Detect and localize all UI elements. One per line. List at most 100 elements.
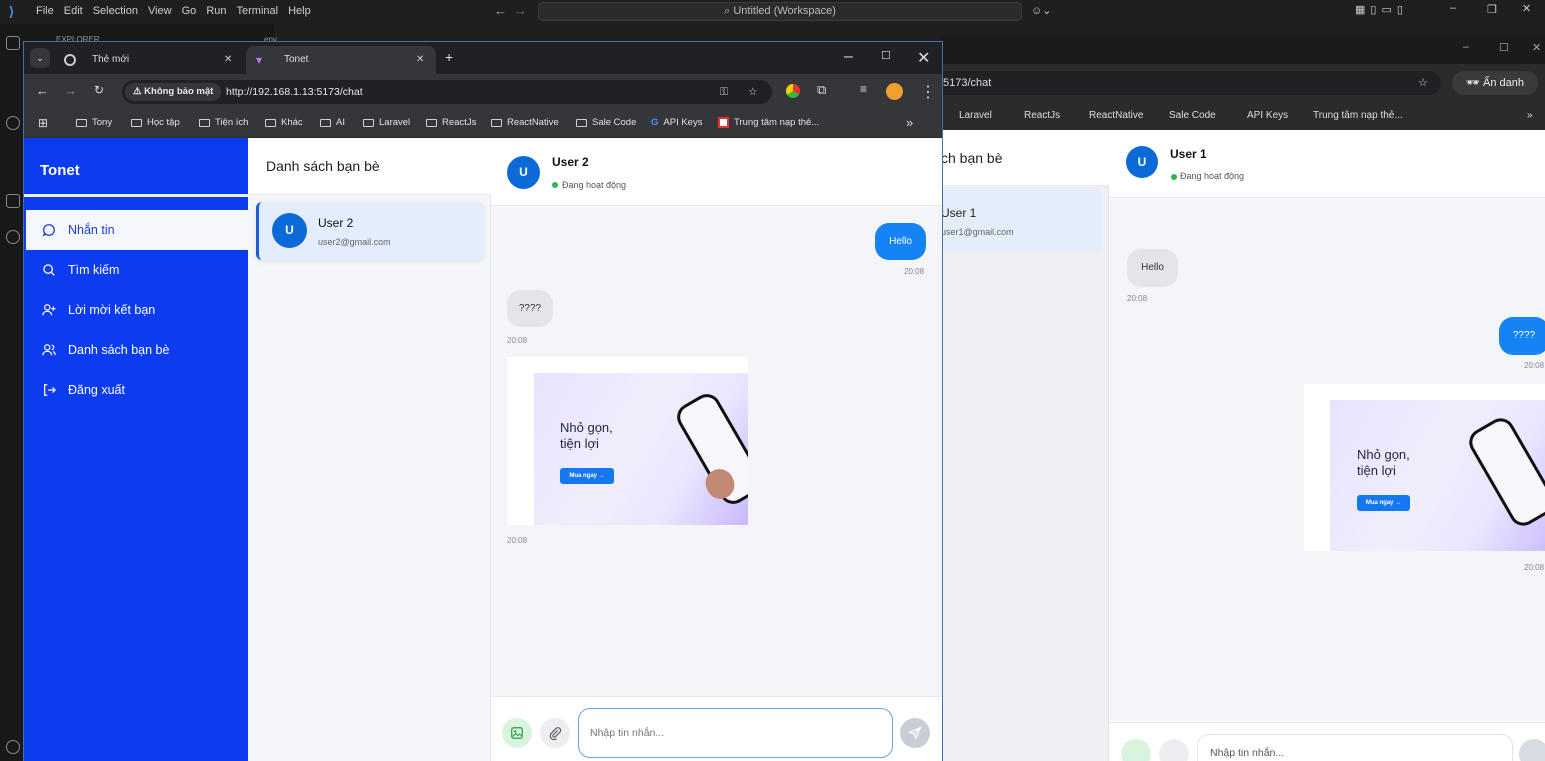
- minimize-icon[interactable]: –: [844, 48, 853, 66]
- extensions-puzzle-icon[interactable]: ⧉: [817, 82, 826, 98]
- menu-go[interactable]: Go: [182, 5, 197, 17]
- bg-friend-email: user1@gmail.com: [941, 227, 1014, 237]
- bg-chat-status: Đang hoạt động: [1180, 171, 1245, 181]
- bookmark-folder[interactable]: Tiện ích: [199, 117, 248, 128]
- bookmark-folder[interactable]: AI: [320, 117, 345, 128]
- bookmark-link[interactable]: G API Keys: [651, 117, 702, 128]
- layout-icons[interactable]: ▦▯▭▯: [1355, 3, 1408, 16]
- bg-bookmark[interactable]: Sale Code: [1169, 110, 1216, 121]
- menu-run[interactable]: Run: [206, 5, 226, 17]
- browser-tabbar: ⌄ Thẻ mới ✕ ▾ Tonet ✕ + – ☐ ✕: [24, 42, 942, 74]
- bg-minimize-icon[interactable]: –: [1463, 41, 1469, 53]
- bookmark-folder[interactable]: Sale Code: [576, 117, 636, 128]
- menu-view[interactable]: View: [148, 5, 172, 17]
- bookmarks-more[interactable]: »: [906, 115, 913, 130]
- vscode-command-search[interactable]: ⌕ Untitled (Workspace): [538, 2, 1022, 21]
- bg-url-field[interactable]: 5173/chat ☆: [941, 71, 1441, 95]
- close-icon[interactable]: ✕: [1522, 2, 1531, 15]
- bookmark-label: Học tập: [147, 117, 180, 128]
- bg-message-me: ????: [1499, 317, 1545, 355]
- minimize-icon[interactable]: –: [1450, 2, 1456, 14]
- new-tab-button[interactable]: +: [445, 49, 453, 65]
- image-message[interactable]: Nhỏ gọn, tiện lợi Mua ngay →: [507, 357, 748, 525]
- sidebar-item-friend-requests[interactable]: Lời mời kết bạn: [26, 290, 248, 330]
- copilot-icon[interactable]: ☺⌄: [1031, 4, 1051, 17]
- bg-bookmark[interactable]: Laravel: [959, 110, 992, 121]
- tab-close-icon[interactable]: ✕: [224, 46, 232, 74]
- bg-attach-button[interactable]: [1159, 739, 1189, 761]
- bg-bookmark[interactable]: ReactNative: [1089, 110, 1143, 121]
- forward-arrow-icon[interactable]: →: [514, 3, 527, 18]
- bookmark-folder[interactable]: ReactJs: [426, 117, 476, 128]
- bg-close-icon[interactable]: ✕: [1532, 41, 1541, 54]
- incognito-badge[interactable]: 🕶 Ẩn danh: [1452, 71, 1538, 95]
- bookmark-folder[interactable]: Tony: [76, 117, 112, 128]
- folder-icon: [363, 118, 374, 127]
- security-chip[interactable]: ⚠ Không bảo mật: [125, 83, 222, 101]
- tab-search-button[interactable]: ⌄: [30, 48, 50, 68]
- close-icon[interactable]: ✕: [917, 48, 930, 68]
- menu-edit[interactable]: Edit: [64, 5, 83, 17]
- bg-bookmark[interactable]: Trung tâm nạp thẻ...: [1313, 110, 1403, 121]
- send-button[interactable]: [900, 718, 930, 748]
- explorer-icon[interactable]: [6, 36, 20, 50]
- bg-image-message[interactable]: Nhỏ gọn, tiện lợi Mua ngay →: [1304, 384, 1545, 551]
- back-icon[interactable]: ←: [36, 83, 49, 98]
- extensions-icon[interactable]: [6, 194, 20, 208]
- sidebar-divider: [24, 194, 248, 197]
- password-key-icon[interactable]: ⚿: [720, 80, 728, 104]
- image-upload-button[interactable]: [502, 718, 532, 748]
- apps-grid-icon[interactable]: ⊞: [38, 116, 48, 130]
- menu-selection[interactable]: Selection: [93, 5, 138, 17]
- bookmark-folder[interactable]: Khác: [265, 117, 303, 128]
- bg-message-input[interactable]: Nhập tin nhắn...: [1197, 734, 1513, 761]
- bg-bookmarks-more[interactable]: »: [1527, 110, 1533, 121]
- bookmark-link[interactable]: Trung tâm nạp thẻ...: [718, 117, 819, 128]
- sidebar-item-logout[interactable]: Đăng xuất: [26, 370, 248, 410]
- menu-file[interactable]: File: [36, 5, 54, 17]
- attach-button[interactable]: [540, 718, 570, 748]
- bg-star-icon[interactable]: ☆: [1418, 71, 1428, 95]
- source-control-icon[interactable]: [6, 116, 20, 130]
- users-icon: [42, 344, 56, 356]
- account-icon[interactable]: [6, 740, 20, 754]
- workspace-title: Untitled (Workspace): [733, 5, 836, 17]
- reload-icon[interactable]: ↻: [94, 83, 104, 97]
- bg-maximize-icon[interactable]: ☐: [1499, 41, 1509, 54]
- media-control-icon[interactable]: ≡: [860, 82, 867, 96]
- bookmark-folder[interactable]: Laravel: [363, 117, 410, 128]
- bg-image-upload-button[interactable]: [1121, 739, 1151, 761]
- folder-icon: [76, 118, 87, 127]
- message-input[interactable]: [578, 708, 893, 758]
- menu-help[interactable]: Help: [288, 5, 311, 17]
- python-icon[interactable]: [6, 230, 20, 244]
- url-omnibox[interactable]: ⚠ Không bảo mật http://192.168.1.13:5173…: [122, 80, 772, 104]
- bookmark-star-icon[interactable]: ☆: [748, 80, 757, 104]
- menu-kebab-icon[interactable]: ⋮: [920, 82, 936, 102]
- friend-item[interactable]: U User 2 user2@gmail.com: [256, 202, 484, 260]
- bg-bookmark[interactable]: API Keys: [1247, 110, 1288, 121]
- sidebar-item-messages[interactable]: Nhắn tin: [26, 210, 248, 250]
- maximize-icon[interactable]: ☐: [881, 49, 891, 62]
- bookmark-folder[interactable]: Học tập: [131, 117, 180, 128]
- bg-friends-title: ch bạn bè: [941, 150, 1003, 166]
- tab-tonet[interactable]: ▾ Tonet ✕: [246, 46, 436, 74]
- profile-avatar[interactable]: [886, 83, 903, 100]
- bookmark-label: Tony: [92, 117, 113, 128]
- vscode-activity-bar: [0, 24, 24, 761]
- extension-color-icon[interactable]: [786, 84, 800, 98]
- tab-close-icon[interactable]: ✕: [416, 46, 424, 74]
- sidebar-item-search[interactable]: Tìm kiếm: [26, 250, 248, 290]
- menu-terminal[interactable]: Terminal: [237, 5, 279, 17]
- forward-icon[interactable]: →: [64, 83, 77, 98]
- bg-bookmark[interactable]: ReactJs: [1024, 110, 1060, 121]
- bookmark-label: ReactNative: [507, 117, 559, 128]
- bg-send-button[interactable]: [1519, 739, 1545, 761]
- bg-friend-item[interactable]: User 1 user1@gmail.com: [941, 190, 1103, 252]
- tab-new[interactable]: Thẻ mới ✕: [54, 46, 244, 74]
- restore-icon[interactable]: ❐: [1487, 3, 1497, 16]
- back-arrow-icon[interactable]: ←: [494, 3, 507, 18]
- bookmark-folder[interactable]: ReactNative: [491, 117, 559, 128]
- sidebar-item-friends-list[interactable]: Danh sách bạn bè: [26, 330, 248, 370]
- folder-icon: [131, 118, 142, 127]
